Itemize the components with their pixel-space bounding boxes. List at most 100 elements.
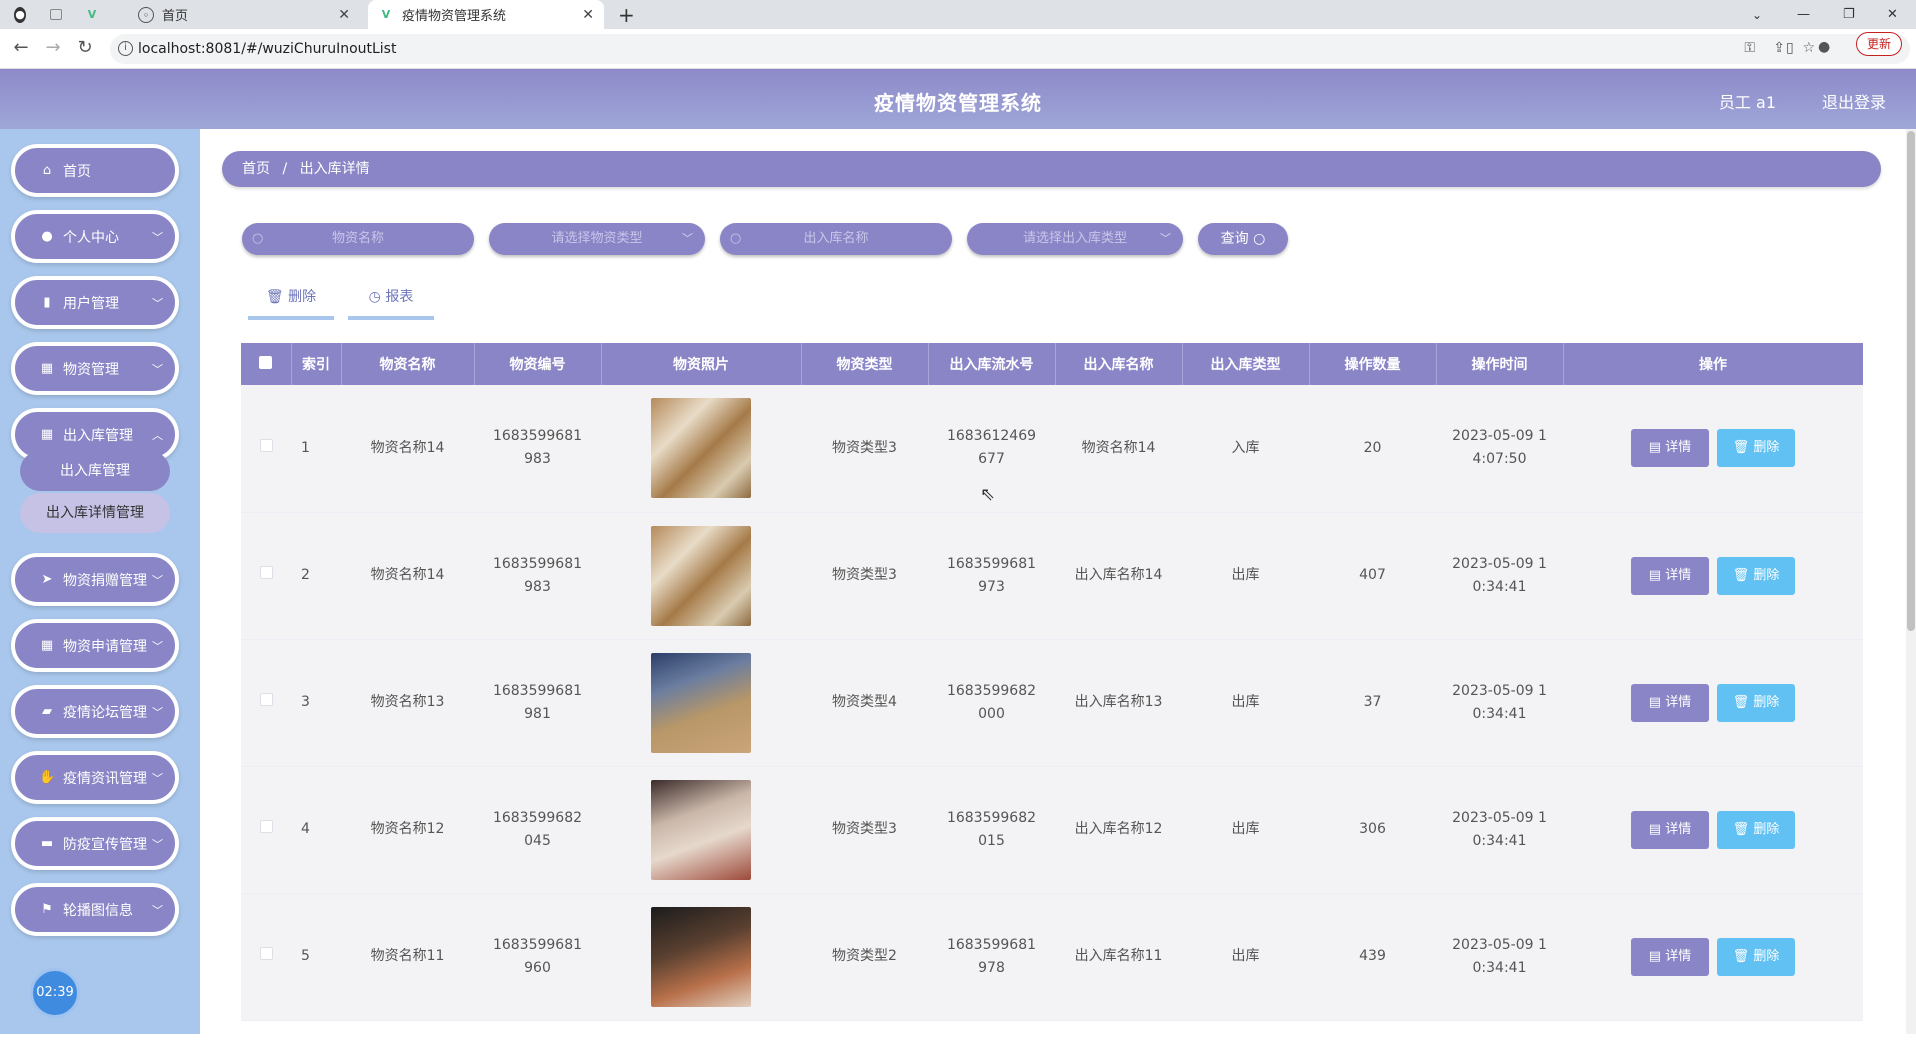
window-close-icon[interactable]: ✕ (1887, 0, 1898, 29)
url-text: localhost:8081/#/wuziChuruInoutList (138, 41, 397, 57)
cell-quantity: 20 (1309, 385, 1436, 513)
share-icon[interactable]: ⇪ (1773, 40, 1785, 56)
new-tab-button[interactable]: + (618, 0, 635, 29)
detail-button[interactable]: ▤ 详情 (1631, 683, 1709, 722)
delete-label: 删除 (1753, 694, 1780, 710)
cell-material-type: 物资类型2 (801, 893, 928, 1021)
forward-icon[interactable]: → (42, 37, 64, 58)
row-select-cell[interactable] (241, 766, 291, 894)
tab-search-icon[interactable]: ⌄ (1752, 0, 1762, 29)
scrollbar-thumb[interactable] (1907, 131, 1915, 631)
detail-button[interactable]: ▤ 详情 (1631, 556, 1709, 595)
cell-material-name: 物资名称13 (341, 639, 474, 767)
report-button[interactable]: ◷ 报表 (348, 280, 434, 320)
star-icon[interactable]: ☆ (1802, 40, 1815, 56)
sidebar-item-donation[interactable]: ➤ 物资捐赠管理 ﹀ (11, 553, 179, 606)
row-select-cell[interactable] (241, 512, 291, 640)
update-button[interactable]: 更新 (1855, 32, 1902, 56)
cell-inout-type: 出库 (1182, 893, 1309, 1021)
select-all-checkbox[interactable] (259, 355, 273, 369)
cell-time: 2023-05-09 10:34:41 (1436, 639, 1563, 767)
key-icon[interactable]: ⚿ (1744, 40, 1755, 56)
sidebar-item-propaganda[interactable]: ▬ 防疫宣传管理 ﹀ (11, 817, 179, 870)
clock-icon: ◷ (368, 289, 381, 305)
delete-button[interactable]: 🗑 删除 (1717, 810, 1795, 849)
row-select-cell[interactable] (241, 893, 291, 1021)
sidebar-item-news[interactable]: ✋ 疫情资讯管理 ﹀ (11, 751, 179, 804)
tab-home[interactable]: ◦ 首页 ✕ (128, 0, 360, 29)
sidebar-item-label: 物资管理 (63, 361, 119, 378)
sidebar-item-carousel[interactable]: ⚑ 轮播图信息 ﹀ (11, 883, 179, 936)
serial-text: 1683612469677 (946, 428, 1037, 468)
chevron-up-icon: ︿ (152, 428, 163, 442)
restore-icon[interactable]: ❐ (1843, 0, 1855, 29)
row-checkbox[interactable] (259, 820, 273, 833)
page-scrollbar[interactable] (1906, 129, 1916, 1034)
cell-inout-type: 出库 (1182, 639, 1309, 767)
cell-operations: ▤ 详情 🗑 删除 (1563, 512, 1863, 640)
delete-button[interactable]: 🗑 删除 (1717, 683, 1795, 722)
row-select-cell[interactable] (241, 639, 291, 767)
document-icon: ▤ (1648, 440, 1662, 456)
minimize-icon[interactable]: — (1797, 0, 1810, 29)
material-photo (651, 525, 751, 626)
trash-icon: 🗑 (1732, 948, 1750, 964)
row-checkbox[interactable] (259, 566, 273, 579)
close-icon[interactable]: ✕ (582, 7, 594, 23)
flag-icon: ⚑ (41, 902, 53, 917)
detail-button[interactable]: ▤ 详情 (1631, 810, 1709, 849)
sidebar-item-materials[interactable]: ▦ 物资管理 ﹀ (11, 342, 179, 395)
time-text: 2023-05-09 10:34:41 (1452, 936, 1547, 976)
sidepanel-icon[interactable]: ▯ (1786, 40, 1794, 56)
vue-tab[interactable]: V (86, 0, 106, 29)
user-icon: ● (41, 229, 53, 244)
material-type-select[interactable]: 请选择物资类型 ﹀ (489, 223, 705, 255)
cell-material-name: 物资名称11 (341, 893, 474, 1021)
back-icon[interactable]: ← (10, 37, 32, 58)
sidebar-item-forum[interactable]: ▰ 疫情论坛管理 ﹀ (11, 685, 179, 738)
delete-button[interactable]: 🗑 删除 (1717, 429, 1795, 468)
reload-icon[interactable]: ↻ (74, 37, 96, 58)
github-tab[interactable]: ● (14, 0, 34, 29)
sidebar-item-profile[interactable]: ● 个人中心 ﹀ (11, 210, 179, 263)
tab-active[interactable]: V 疫情物资管理系统 ✕ (368, 0, 604, 29)
close-icon[interactable]: ✕ (338, 7, 350, 23)
sidebar-item-label: 物资申请管理 (63, 638, 147, 655)
material-photo (651, 779, 751, 880)
cell-operations: ▤ 详情 🗑 删除 (1563, 385, 1863, 513)
sidebar-item-users[interactable]: ▮ 用户管理 ﹀ (11, 276, 179, 329)
cell-inout-name: 出入库名称11 (1055, 893, 1182, 1021)
row-checkbox[interactable] (259, 947, 273, 960)
blank-tab[interactable] (50, 0, 70, 29)
submenu-inout-detail[interactable]: 出入库详情管理 (20, 493, 170, 533)
cell-material-code: 1683599682045 (474, 766, 601, 894)
table-header-row: 索引 物资名称 物资编号 物资照片 物资类型 出入库流水号 出入库名称 出入库类… (241, 343, 1863, 385)
profile-icon[interactable]: ● (1818, 39, 1830, 55)
submenu-inout-manage[interactable]: 出入库管理 (20, 451, 170, 491)
query-button[interactable]: 查询 ○ (1198, 223, 1288, 255)
document-icon: ▤ (1648, 694, 1662, 710)
row-checkbox[interactable] (259, 693, 273, 706)
breadcrumb-home[interactable]: 首页 (242, 161, 270, 177)
batch-delete-button[interactable]: 🗑 删除 (248, 280, 334, 320)
row-select-cell[interactable] (241, 385, 291, 513)
thumb-icon: ✋ (39, 770, 56, 785)
cell-inout-type: 入库 (1182, 385, 1309, 513)
sidebar-item-apply[interactable]: ▦ 物资申请管理 ﹀ (11, 619, 179, 672)
logout-button[interactable]: 退出登录 (1822, 89, 1886, 113)
row-checkbox[interactable] (259, 438, 273, 452)
inout-name-input[interactable]: ○ 出入库名称 (720, 223, 952, 255)
detail-button[interactable]: ▤ 详情 (1631, 429, 1709, 468)
inout-type-select[interactable]: 请选择出入库类型 ﹀ (967, 223, 1183, 255)
sidebar-item-home[interactable]: ⌂ 首页 (11, 144, 179, 197)
delete-button[interactable]: 🗑 删除 (1717, 937, 1795, 976)
cell-material-name: 物资名称12 (341, 766, 474, 894)
material-name-input[interactable]: ○ 物资名称 (242, 223, 474, 255)
delete-label: 删除 (1753, 821, 1780, 837)
url-field[interactable]: i localhost:8081/#/wuziChuruInoutList ⚿ … (110, 34, 1910, 64)
info-icon[interactable]: i (118, 41, 133, 56)
select-all-cell[interactable] (241, 343, 292, 385)
delete-button[interactable]: 🗑 删除 (1717, 556, 1795, 595)
cell-quantity: 306 (1309, 766, 1436, 894)
detail-button[interactable]: ▤ 详情 (1631, 937, 1709, 976)
